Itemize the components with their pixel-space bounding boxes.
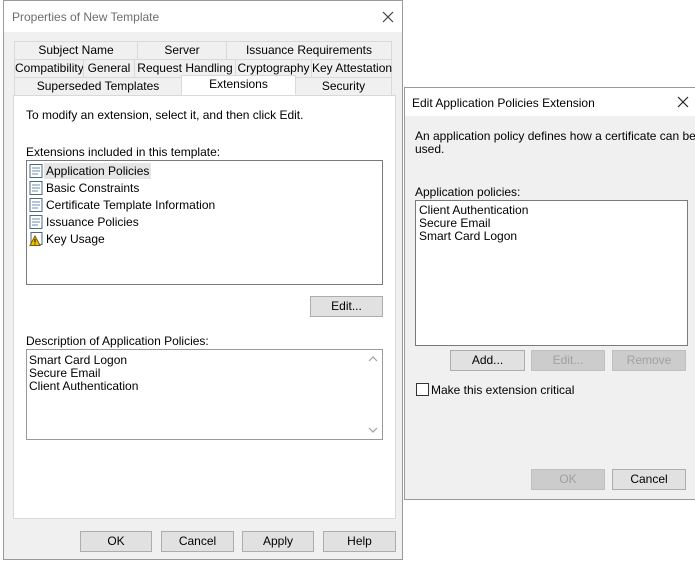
dialog-title: Edit Application Policies Extension xyxy=(412,96,595,110)
description-line: Secure Email xyxy=(29,366,101,380)
close-icon xyxy=(677,96,689,108)
description-textbox[interactable]: Smart Card Logon Secure Email Client Aut… xyxy=(26,349,383,440)
list-item-secure-email[interactable]: Secure Email xyxy=(419,216,490,230)
description-line: Smart Card Logon xyxy=(29,353,128,367)
dialog-title: Properties of New Template xyxy=(12,10,160,24)
scroll-up-icon[interactable] xyxy=(367,353,379,365)
list-item-certificate-template-information[interactable]: Certificate Template Information xyxy=(27,197,227,214)
edit-policy-button[interactable]: Edit... xyxy=(531,350,605,371)
add-button[interactable]: Add... xyxy=(450,350,525,371)
critical-checkbox[interactable] xyxy=(416,383,429,396)
extensions-tab-panel: To modify an extension, select it, and t… xyxy=(13,95,396,519)
close-button[interactable] xyxy=(378,7,398,27)
tab-security[interactable]: Security xyxy=(295,77,392,95)
policy-description-line: used. xyxy=(415,142,445,156)
cancel-button[interactable]: Cancel xyxy=(612,469,686,490)
certificate-icon xyxy=(29,181,43,195)
close-icon xyxy=(382,11,394,23)
remove-button[interactable]: Remove xyxy=(612,350,686,371)
certificate-icon xyxy=(29,215,43,229)
tab-superseded-templates[interactable]: Superseded Templates xyxy=(14,77,182,95)
scroll-down-icon[interactable] xyxy=(367,424,379,436)
ok-button[interactable]: OK xyxy=(80,531,152,552)
application-policies-list[interactable]: Client Authentication Secure Email Smart… xyxy=(415,200,688,346)
tab-key-attestation[interactable]: Key Attestation xyxy=(311,59,392,77)
list-item-key-usage[interactable]: Key Usage xyxy=(27,231,167,248)
tab-general[interactable]: General xyxy=(83,59,135,77)
close-button[interactable] xyxy=(673,92,693,112)
certificate-icon xyxy=(29,198,43,212)
title-bar: Edit Application Policies Extension xyxy=(405,88,695,116)
edit-button[interactable]: Edit... xyxy=(310,296,383,317)
extensions-list[interactable]: Application Policies Basic Constraints C… xyxy=(26,160,383,285)
tab-server[interactable]: Server xyxy=(137,41,227,59)
tab-issuance-requirements[interactable]: Issuance Requirements xyxy=(226,41,392,59)
list-item-issuance-policies[interactable]: Issuance Policies xyxy=(27,214,167,231)
list-item-application-policies[interactable]: Application Policies xyxy=(27,163,167,180)
list-item-client-authentication[interactable]: Client Authentication xyxy=(419,203,528,217)
policy-description-line: An application policy defines how a cert… xyxy=(415,129,695,143)
list-item-smart-card-logon[interactable]: Smart Card Logon xyxy=(419,229,517,243)
description-label: Description of Application Policies: xyxy=(26,334,209,348)
application-policies-label: Application policies: xyxy=(415,185,521,199)
tab-extensions[interactable]: Extensions xyxy=(181,75,296,95)
cancel-button[interactable]: Cancel xyxy=(161,531,234,552)
tab-subject-name[interactable]: Subject Name xyxy=(14,41,138,59)
description-line: Client Authentication xyxy=(29,379,139,393)
ok-button[interactable]: OK xyxy=(531,469,605,490)
title-bar: Properties of New Template xyxy=(4,1,402,32)
warning-certificate-icon xyxy=(29,232,43,246)
critical-checkbox-label: Make this extension critical xyxy=(431,383,575,397)
instruction-text: To modify an extension, select it, and t… xyxy=(26,108,304,122)
edit-application-policies-dialog: Edit Application Policies Extension An a… xyxy=(404,87,695,500)
help-button[interactable]: Help xyxy=(323,531,396,552)
properties-dialog: Properties of New Template Subject Name … xyxy=(3,0,403,560)
extensions-label: Extensions included in this template: xyxy=(26,145,221,159)
list-item-basic-constraints[interactable]: Basic Constraints xyxy=(27,180,167,197)
apply-button[interactable]: Apply xyxy=(242,531,314,552)
certificate-icon xyxy=(29,164,43,178)
tab-compatibility[interactable]: Compatibility xyxy=(14,59,84,77)
